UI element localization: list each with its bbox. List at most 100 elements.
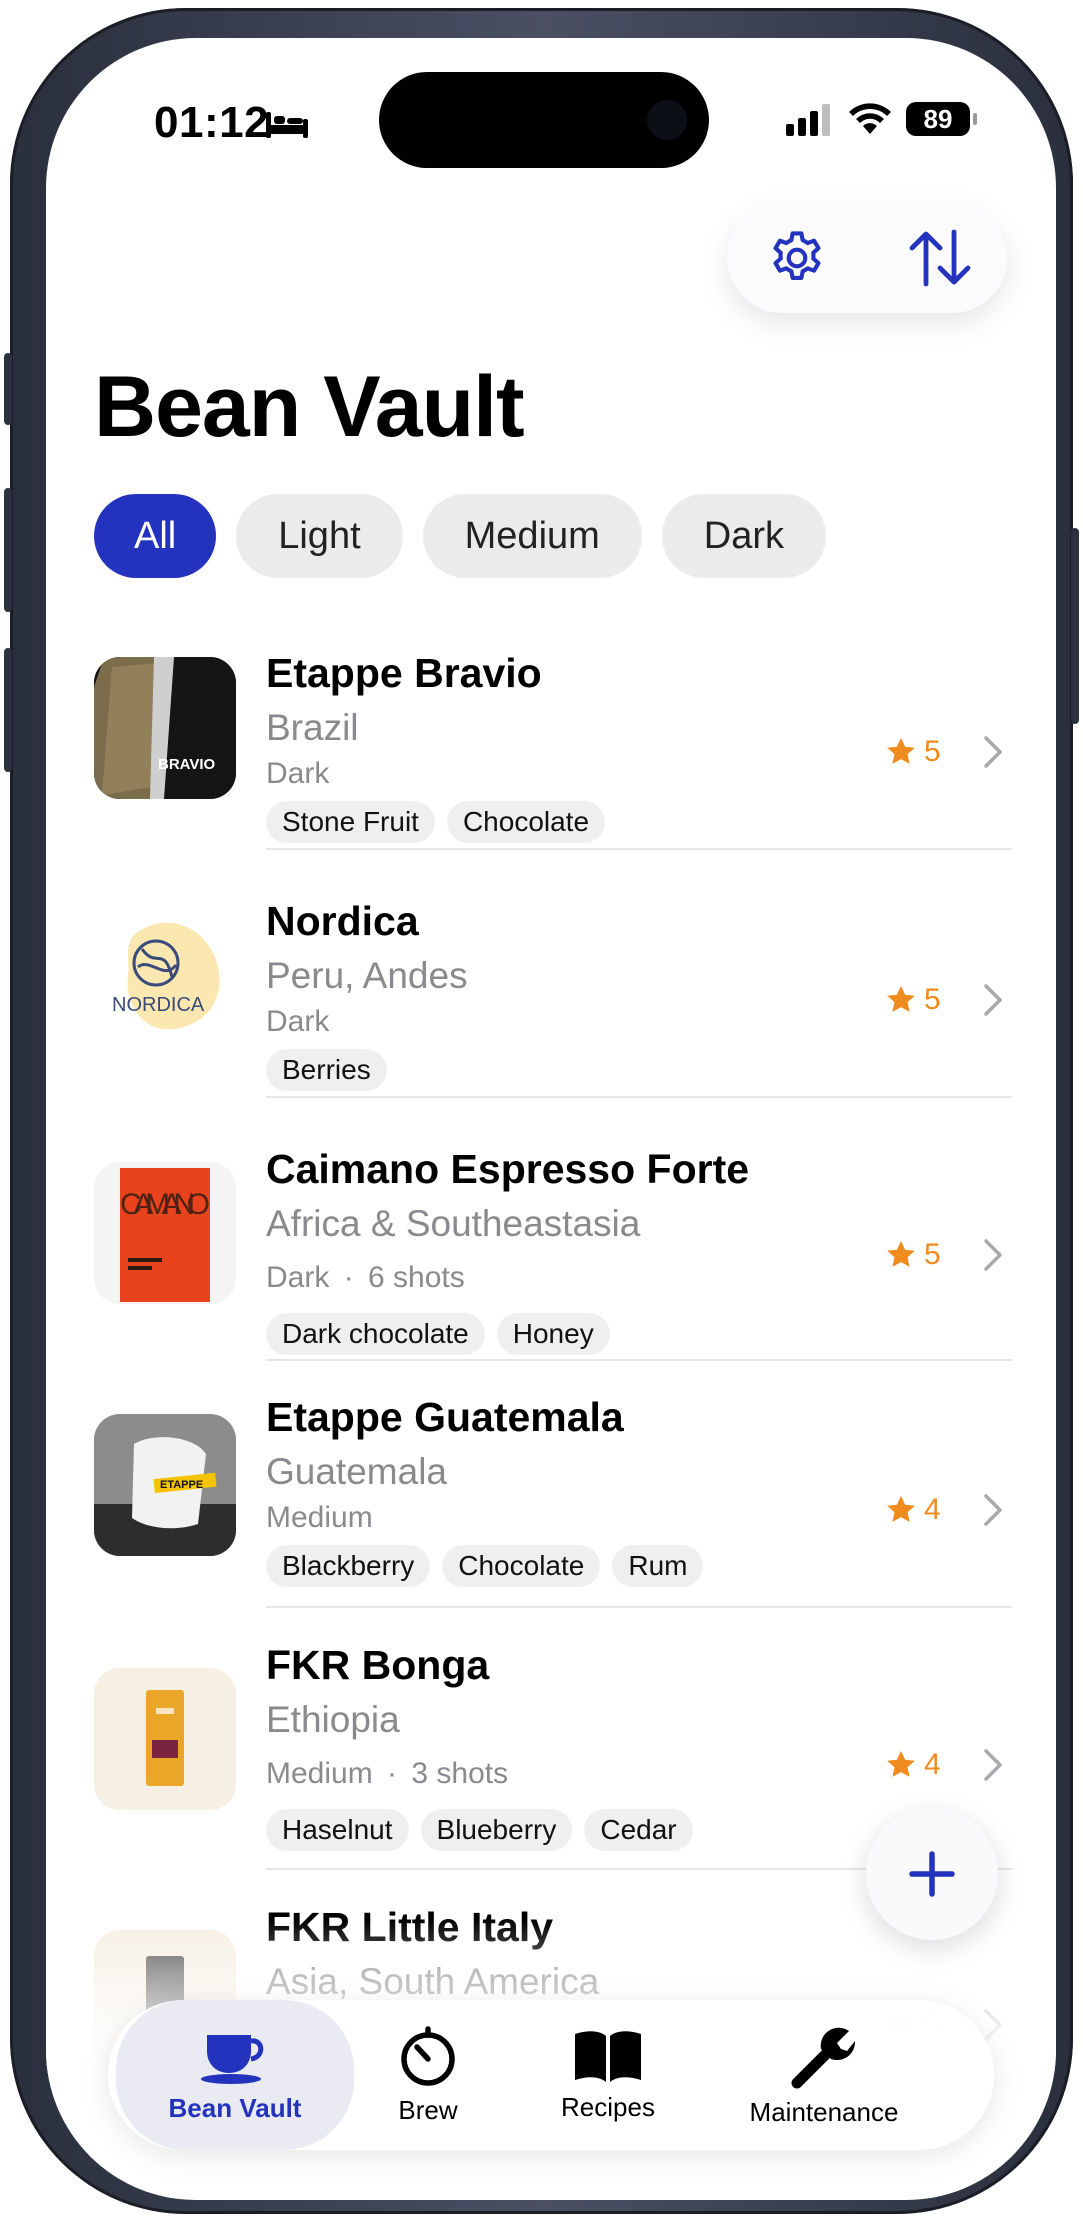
wrench-icon (791, 2027, 856, 2088)
bean-origin: Peru, Andes (266, 955, 468, 996)
bean-rating: 5 (884, 1238, 941, 1272)
shot-count: 6 shots (368, 1261, 465, 1294)
bean-thumbnail: BRAVIO (94, 657, 236, 799)
chevron-right-icon (984, 1749, 1002, 1781)
bean-origin: Ethiopia (266, 1699, 400, 1740)
flavor-tags: Stone Fruit Chocolate (266, 801, 606, 843)
add-bean-button[interactable] (866, 1808, 998, 1940)
phone-frame: 01:12 89 Bean Vault All Light Medium Dar… (4, 8, 1079, 2214)
svg-text:CAIMANO: CAIMANO (120, 1188, 210, 1221)
flavor-tag: Chocolate (442, 1545, 601, 1587)
svg-text:NORDICA: NORDICA (112, 994, 205, 1016)
bean-thumbnail: ETAPPE (94, 1414, 236, 1556)
bean-rating: 5 (884, 735, 941, 769)
bean-name: Nordica (266, 898, 419, 944)
filter-chip-all[interactable]: All (94, 494, 217, 578)
tab-bean-vault[interactable]: Bean Vault (116, 2000, 354, 2150)
bean-origin: Brazil (266, 707, 359, 748)
tab-bar: Bean Vault Brew Recipes Maintenance (108, 2000, 994, 2150)
bean-rating: 4 (884, 1748, 941, 1782)
row-divider (266, 848, 1012, 850)
power-button (1071, 528, 1079, 724)
row-divider (266, 1359, 1012, 1361)
book-icon (575, 2030, 641, 2082)
chevron-right-icon (984, 1494, 1002, 1526)
timer-icon (401, 2025, 455, 2086)
flavor-tag: Berries (266, 1049, 387, 1091)
coffee-cup-icon (201, 2034, 264, 2084)
tab-brew[interactable]: Brew (358, 2000, 498, 2150)
flavor-tags: Dark chocolate Honey (266, 1313, 749, 1355)
star-icon (887, 985, 915, 1012)
bean-roast: Dark (266, 1005, 330, 1038)
bean-name: Etappe Bravio (266, 650, 542, 696)
bean-origin: Asia, South America (266, 1961, 600, 2002)
flavor-tag: Blueberry (420, 1809, 573, 1851)
bean-thumbnail: CAIMANO (94, 1162, 236, 1304)
bean-thumbnail (94, 1668, 236, 1810)
battery-indicator: 89 (906, 102, 977, 136)
row-divider (266, 1096, 1012, 1098)
bean-name: FKR Bonga (266, 1642, 490, 1688)
roast-filter-chips: All Light Medium Dark (94, 494, 827, 578)
action-button (4, 353, 12, 425)
filter-chip-light[interactable]: Light (236, 494, 403, 578)
sort-arrows-icon (909, 229, 971, 287)
volume-down-button (4, 648, 12, 772)
flavor-tag: Honey (496, 1313, 610, 1355)
cellular-signal-icon (786, 104, 830, 136)
bean-thumbnail: NORDICA (94, 905, 236, 1047)
flavor-tags: Berries (266, 1049, 468, 1091)
bean-roast: Dark (266, 757, 330, 790)
bean-name: FKR Little Italy (266, 1904, 554, 1950)
sort-button[interactable] (905, 225, 975, 291)
svg-text:BRAVIO: BRAVIO (158, 756, 216, 773)
bean-rating: 4 (884, 1493, 941, 1527)
flavor-tag: Blackberry (266, 1545, 431, 1587)
bean-origin: Guatemala (266, 1451, 447, 1492)
shot-count: 3 shots (411, 1757, 509, 1790)
top-actions-pill (727, 203, 1007, 313)
bean-roast: Dark · 6 shots (266, 1261, 465, 1294)
volume-up-button (4, 488, 12, 612)
flavor-tag: Haselnut (266, 1809, 409, 1851)
dynamic-island (379, 72, 709, 168)
etappe-bag-image: ETAPPE (94, 1414, 236, 1556)
filter-chip-medium[interactable]: Medium (422, 494, 642, 578)
filter-chip-dark[interactable]: Dark (661, 494, 827, 578)
svg-text:ETAPPE: ETAPPE (160, 1479, 203, 1491)
flavor-tag: Dark chocolate (266, 1313, 485, 1355)
flavor-tags: Blackberry Chocolate Rum (266, 1545, 704, 1587)
coffee-bag-image: BRAVIO (94, 657, 236, 799)
fkr-bag-image (94, 1668, 236, 1810)
flavor-tag: Rum (612, 1545, 704, 1587)
status-indicators: 89 (786, 102, 977, 136)
bean-name: Etappe Guatemala (266, 1394, 624, 1440)
bean-origin: Africa & Southeastasia (266, 1203, 641, 1244)
flavor-tag: Stone Fruit (266, 801, 435, 843)
star-icon (887, 1750, 915, 1777)
bean-roast: Medium (266, 1501, 373, 1534)
tab-recipes[interactable]: Recipes (528, 2000, 688, 2150)
tab-maintenance[interactable]: Maintenance (714, 2000, 934, 2150)
bean-roast: Medium · 3 shots (266, 1757, 509, 1790)
chevron-right-icon (984, 1239, 1002, 1271)
chevron-right-icon (984, 2009, 1002, 2041)
caimano-bag-image: CAIMANO (120, 1168, 210, 1302)
bean-name: Caimano Espresso Forte (266, 1146, 750, 1192)
nordica-logo-image: NORDICA (112, 922, 220, 1030)
chevron-right-icon (984, 736, 1002, 768)
flavor-tag: Cedar (584, 1809, 693, 1851)
star-icon (887, 737, 915, 764)
settings-button[interactable] (762, 225, 832, 291)
chevron-right-icon (984, 984, 1002, 1016)
gear-icon (773, 231, 821, 280)
status-time: 01:12 (154, 98, 270, 147)
flavor-tags: Haselnut Blueberry Cedar (266, 1809, 693, 1851)
wifi-icon (849, 103, 891, 134)
page-title: Bean Vault (94, 359, 525, 455)
row-divider (266, 1606, 1012, 1608)
bean-rating: 5 (884, 983, 941, 1017)
plus-icon (909, 1851, 955, 1897)
star-icon (887, 1240, 915, 1267)
